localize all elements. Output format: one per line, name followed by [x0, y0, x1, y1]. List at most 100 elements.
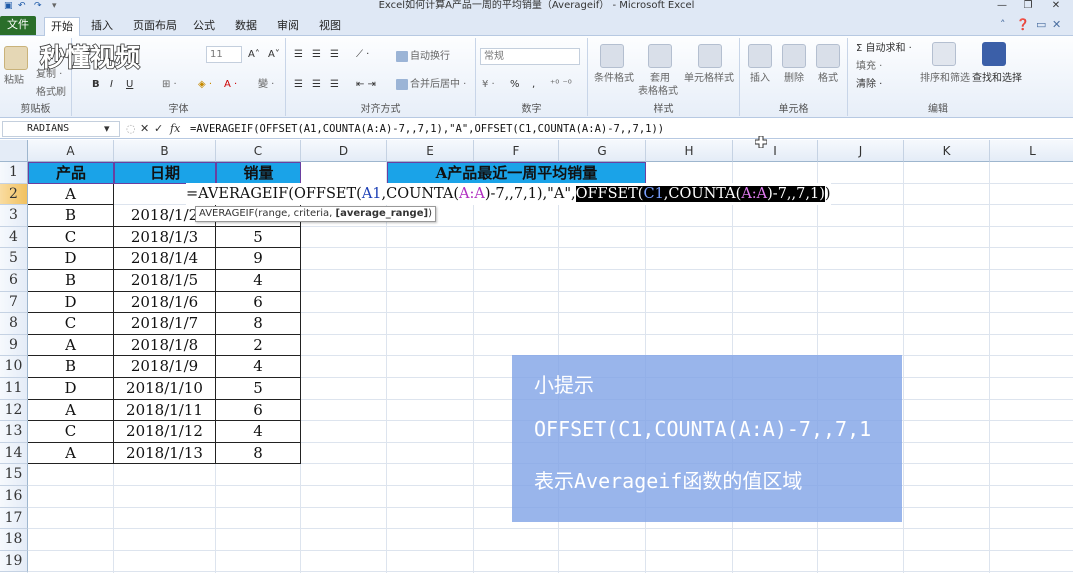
- tab-file[interactable]: 文件: [0, 16, 36, 35]
- row-header-19[interactable]: 19: [0, 550, 28, 573]
- restore-button[interactable]: ❐: [1018, 0, 1038, 13]
- align-bottom-icon[interactable]: ☰: [330, 48, 339, 61]
- format-cells-icon[interactable]: [816, 44, 840, 68]
- fill-color-icon[interactable]: ◈ ·: [198, 78, 212, 91]
- row-header-1[interactable]: 1: [0, 162, 28, 184]
- cell-sales[interactable]: 6: [216, 399, 301, 422]
- indent-icon[interactable]: ⇤ ⇥: [356, 78, 376, 91]
- table-format-button[interactable]: 套用: [650, 72, 670, 85]
- autosum-button[interactable]: Σ 自动求和 ·: [856, 42, 912, 55]
- cell-date[interactable]: 2018/1/3: [114, 226, 216, 249]
- delete-cells-icon[interactable]: [782, 44, 806, 68]
- cell-sales[interactable]: 4: [216, 356, 301, 378]
- clear-button[interactable]: 清除 ·: [856, 78, 882, 91]
- cell-sales[interactable]: 2: [216, 334, 301, 357]
- column-header-i[interactable]: I: [733, 140, 818, 162]
- percent-button[interactable]: %: [510, 78, 520, 91]
- shrink-font-button[interactable]: A˅: [268, 48, 280, 61]
- align-right-icon[interactable]: ☰: [330, 78, 339, 91]
- cell-product[interactable]: D: [28, 291, 114, 314]
- paste-icon[interactable]: [4, 46, 28, 70]
- phonetic-icon[interactable]: 變 ·: [258, 78, 274, 91]
- cell-sales[interactable]: 8: [216, 442, 301, 465]
- tab-formulas[interactable]: 公式: [186, 17, 222, 36]
- cell-formula-editor[interactable]: =AVERAGEIF(OFFSET(A1,COUNTA(A:A)-7,,7,1)…: [186, 183, 831, 205]
- cancel-button[interactable]: ✕: [140, 121, 149, 137]
- close-button[interactable]: ✕: [1046, 0, 1066, 13]
- cell-sales[interactable]: 4: [216, 421, 301, 443]
- header-product[interactable]: 产品: [28, 162, 114, 184]
- cell-product[interactable]: C: [28, 421, 114, 443]
- column-header-f[interactable]: F: [474, 140, 559, 162]
- column-header-k[interactable]: K: [904, 140, 990, 162]
- table-format-icon[interactable]: [648, 44, 672, 68]
- enter-button[interactable]: ✓: [154, 121, 163, 137]
- cell-product[interactable]: C: [28, 313, 114, 335]
- cell-sales[interactable]: 5: [216, 378, 301, 400]
- merge-center-button[interactable]: 合并后居中 ·: [396, 78, 466, 91]
- cell-sales[interactable]: 9: [216, 248, 301, 270]
- format-painter-button[interactable]: 格式刷: [36, 86, 66, 99]
- column-header-b[interactable]: B: [114, 140, 216, 162]
- delete-cells-button[interactable]: 删除: [784, 72, 804, 85]
- format-cells-button[interactable]: 格式: [818, 72, 838, 85]
- row-header-12[interactable]: 12: [0, 399, 28, 422]
- conditional-format-icon[interactable]: [600, 44, 624, 68]
- row-header-4[interactable]: 4: [0, 226, 28, 249]
- grow-font-button[interactable]: A˄: [248, 48, 260, 61]
- paste-button[interactable]: 粘贴: [4, 74, 24, 87]
- row-header-5[interactable]: 5: [0, 248, 28, 270]
- window-min-icon[interactable]: ▭: [1036, 18, 1046, 32]
- row-header-9[interactable]: 9: [0, 334, 28, 357]
- cell-date[interactable]: 2018/1/11: [114, 399, 216, 422]
- align-center-icon[interactable]: ☰: [312, 78, 321, 91]
- find-select-icon[interactable]: [982, 42, 1006, 66]
- border-icon[interactable]: ⊞ ·: [162, 78, 177, 91]
- align-left-icon[interactable]: ☰: [294, 78, 303, 91]
- number-format-box[interactable]: 常规: [480, 48, 580, 65]
- column-header-d[interactable]: D: [301, 140, 387, 162]
- cell-date[interactable]: 2018/1/8: [114, 334, 216, 357]
- cell-product[interactable]: D: [28, 378, 114, 400]
- tab-data[interactable]: 数据: [228, 17, 264, 36]
- row-header-17[interactable]: 17: [0, 507, 28, 530]
- cell-product[interactable]: D: [28, 248, 114, 270]
- cell-date[interactable]: 2018/1/7: [114, 313, 216, 335]
- cell-sales[interactable]: 5: [216, 226, 301, 249]
- column-header-c[interactable]: C: [216, 140, 301, 162]
- cell-product[interactable]: A: [28, 334, 114, 357]
- cell-product[interactable]: A: [28, 183, 114, 206]
- name-box-dropdown-icon[interactable]: ▾: [104, 121, 110, 137]
- orientation-icon[interactable]: ⟋ ·: [356, 48, 369, 61]
- font-size-box[interactable]: 11: [206, 46, 242, 63]
- row-header-2[interactable]: 2: [0, 183, 28, 206]
- comma-button[interactable]: ,: [532, 78, 535, 91]
- conditional-format-button[interactable]: 条件格式: [594, 72, 634, 85]
- name-box[interactable]: RADIANS: [2, 121, 120, 137]
- cell-date[interactable]: 2018/1/12: [114, 421, 216, 443]
- tab-home[interactable]: 开始: [44, 17, 80, 36]
- cell-product[interactable]: B: [28, 356, 114, 378]
- select-all-corner[interactable]: [0, 140, 28, 162]
- tab-page-layout[interactable]: 页面布局: [128, 17, 182, 36]
- row-header-14[interactable]: 14: [0, 442, 28, 465]
- tab-review[interactable]: 审阅: [270, 17, 306, 36]
- align-middle-icon[interactable]: ☰: [312, 48, 321, 61]
- cell-product[interactable]: B: [28, 270, 114, 292]
- merged-header-e1-g1[interactable]: A产品最近一周平均销量: [387, 162, 646, 184]
- decimal-icon[interactable]: ⁺⁰ ⁻⁰: [550, 78, 572, 91]
- window-close-icon[interactable]: ✕: [1052, 18, 1061, 32]
- cell-product[interactable]: B: [28, 205, 114, 227]
- row-header-8[interactable]: 8: [0, 313, 28, 335]
- sort-filter-button[interactable]: 排序和筛选: [920, 72, 970, 85]
- row-header-7[interactable]: 7: [0, 291, 28, 314]
- cell-date[interactable]: 2018/1/9: [114, 356, 216, 378]
- collapse-ribbon-icon[interactable]: ˄: [1000, 18, 1006, 32]
- tab-insert[interactable]: 插入: [84, 17, 120, 36]
- row-header-6[interactable]: 6: [0, 270, 28, 292]
- align-top-icon[interactable]: ☰: [294, 48, 303, 61]
- find-select-button[interactable]: 查找和选择: [972, 72, 1022, 85]
- row-header-15[interactable]: 15: [0, 464, 28, 486]
- cell-styles-icon[interactable]: [698, 44, 722, 68]
- cell-product[interactable]: A: [28, 442, 114, 465]
